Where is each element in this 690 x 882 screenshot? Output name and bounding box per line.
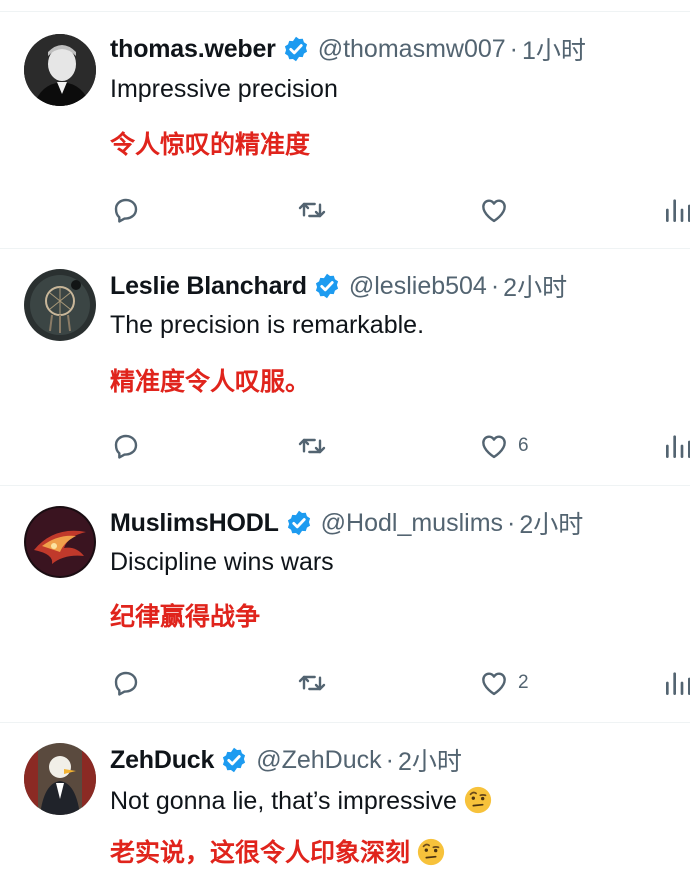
reply-icon: [114, 198, 138, 223]
tweet-text: The precision is remarkable.: [110, 311, 425, 339]
avatar[interactable]: [24, 269, 96, 341]
timestamp[interactable]: 1小时: [522, 31, 586, 67]
tweet-header: ZehDuck @ZehDuck · 2小时: [110, 743, 462, 777]
like-button[interactable]: [478, 194, 518, 226]
retweet-button[interactable]: [296, 667, 328, 699]
like-button[interactable]: 2: [478, 667, 529, 699]
verified-badge-icon: [315, 273, 338, 299]
avatar[interactable]: [24, 743, 96, 815]
retweet-icon: [298, 202, 326, 218]
tweet-translation-container: 老实说，这很令人印象深刻: [110, 833, 446, 869]
handle[interactable]: @leslieb504: [349, 272, 487, 301]
tweet-1[interactable]: thomas.weber @thomasmw007 · 1小时 Impressi…: [0, 12, 690, 249]
views-icon: [666, 199, 690, 222]
views-button[interactable]: [662, 194, 690, 226]
views-icon: [666, 672, 690, 695]
tweet-2[interactable]: Leslie Blanchard @leslieb504 · 2小时 The p…: [0, 249, 690, 486]
separator-dot: ·: [385, 745, 394, 774]
tweet-header: Leslie Blanchard @leslieb504 · 2小时: [110, 269, 567, 303]
tweet-translation: 精准度令人叹服。: [110, 368, 311, 396]
views-button[interactable]: [662, 667, 690, 699]
retweet-button[interactable]: [296, 194, 328, 226]
tweet-translation: 老实说，这很令人印象深刻: [110, 839, 411, 867]
tweet-text: Impressive precision: [110, 75, 338, 103]
reply-icon: [114, 434, 138, 459]
tweet-4[interactable]: ZehDuck @ZehDuck · 2小时 Not gonna lie, th…: [0, 723, 690, 882]
display-name[interactable]: ZehDuck: [110, 746, 214, 775]
timestamp[interactable]: 2小时: [398, 742, 462, 778]
views-icon: [666, 435, 690, 458]
tweet-translation: 令人惊叹的精准度: [110, 131, 311, 159]
reply-icon: [114, 671, 138, 696]
retweet-icon: [298, 438, 326, 454]
views-button[interactable]: [662, 430, 690, 462]
tweet-translation: 纪律赢得战争: [110, 603, 261, 631]
heart-icon: [482, 199, 506, 223]
timestamp[interactable]: 2小时: [519, 505, 583, 541]
display-name[interactable]: MuslimsHODL: [110, 509, 279, 538]
like-count: 2: [518, 672, 529, 693]
reply-button[interactable]: [110, 667, 142, 699]
separator-dot: ·: [490, 271, 500, 300]
tweet-text-container: Not gonna lie, that’s impressive: [110, 785, 493, 816]
verified-badge-icon: [287, 510, 310, 536]
raised-eyebrow-emoji: [417, 838, 445, 866]
retweet-icon: [298, 675, 326, 691]
tweet-3[interactable]: MuslimsHODL @Hodl_muslims · 2小时 Discipli…: [0, 486, 690, 723]
avatar[interactable]: [24, 506, 96, 578]
raised-eyebrow-emoji: [464, 786, 492, 814]
heart-icon: [482, 672, 506, 696]
handle[interactable]: @ZehDuck: [256, 746, 381, 775]
reply-button[interactable]: [110, 430, 142, 462]
heart-icon: [482, 435, 506, 459]
display-name[interactable]: Leslie Blanchard: [110, 272, 307, 301]
handle[interactable]: @Hodl_muslims: [321, 509, 503, 538]
timestamp[interactable]: 2小时: [503, 268, 567, 304]
tweet-text: Not gonna lie, that’s impressive: [110, 787, 457, 815]
separator-dot: ·: [507, 508, 516, 537]
reply-button[interactable]: [110, 194, 142, 226]
like-count: 6: [518, 435, 529, 456]
retweet-button[interactable]: [296, 430, 328, 462]
verified-badge-icon: [284, 36, 307, 62]
handle[interactable]: @thomasmw007: [318, 35, 506, 64]
separator-dot: ·: [509, 34, 518, 63]
verified-badge-icon: [223, 747, 246, 773]
tweet-header: thomas.weber @thomasmw007 · 1小时: [110, 32, 586, 66]
tweet-text: Discipline wins wars: [110, 548, 334, 576]
display-name[interactable]: thomas.weber: [110, 35, 276, 64]
like-button[interactable]: 6: [478, 430, 529, 462]
tweet-header: MuslimsHODL @Hodl_muslims · 2小时: [110, 506, 583, 540]
avatar[interactable]: [24, 34, 96, 106]
